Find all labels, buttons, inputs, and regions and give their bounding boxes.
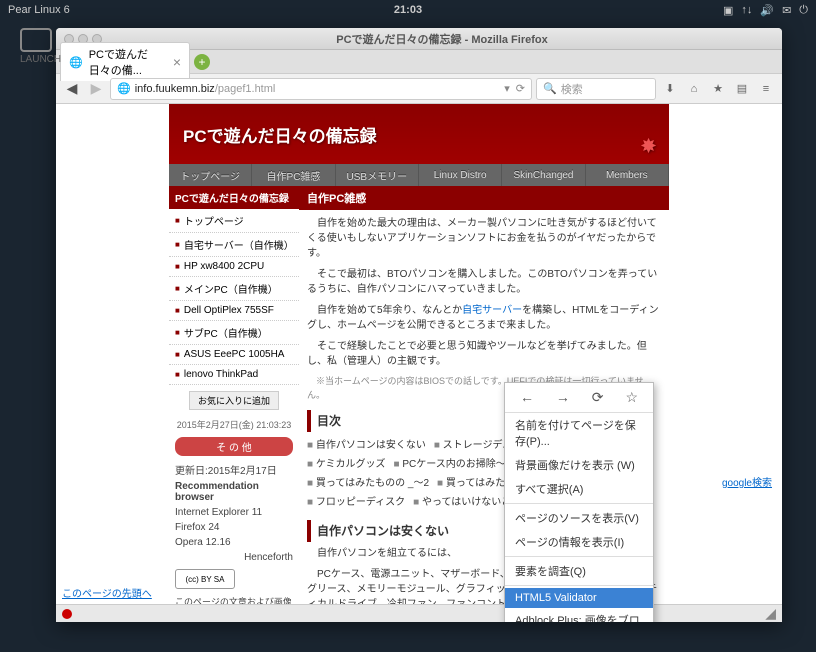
nav-item[interactable]: USBメモリー [336,164,419,186]
blog-sidebar: PCで遊んだ日々の備忘録 トップページ自宅サーバー（自作機）HP xw8400 … [169,186,299,604]
url-path: /pagef1.html [215,83,276,95]
firefox-window: PCで遊んだ日々の備忘録 - Mozilla Firefox 🌐 PCで遊んだ日… [56,28,782,622]
mail-icon[interactable]: ✉ [782,4,791,17]
tab-bar: 🌐 PCで遊んだ日々の備... × + [56,50,782,74]
context-menu-item[interactable]: ページの情報を表示(I) [505,530,653,554]
bookmarks-menu-icon[interactable]: ▤ [732,82,752,95]
toc-link[interactable]: 買ってはみたものの _～2 [307,476,429,491]
rec-heading: Recommendation browser [169,479,299,505]
context-menu-item[interactable]: ページのソースを表示(V) [505,506,653,530]
sidebar-item[interactable]: サブPC（自作機） [169,321,299,345]
sidebar-heading: PCで遊んだ日々の備忘録 [169,186,299,209]
systray: ▣ ↑↓ 🔊 ✉ ⏻ [723,4,808,17]
tab-favicon: 🌐 [69,56,83,69]
license-text: このページの文章および画像はクリエイティブ・コモンズ 表示 - 継承 4.0 国… [169,593,299,604]
sidebar-item[interactable]: Dell OptiPlex 755SF [169,301,299,321]
context-menu-item[interactable]: すべて選択(A) [505,477,653,501]
blog-nav: トップページ自作PC雑感USBメモリーLinux DistroSkinChang… [169,164,669,186]
sidebar-datetime: 2015年2月27日(金) 21:03:23 [169,416,299,433]
search-bar[interactable]: 🔍 検索 [536,78,656,100]
context-nav-row: ← → ⟳ ☆ [505,383,653,413]
reload-icon[interactable]: ⟳ [516,82,525,95]
gear-icon: ✸ [641,136,659,154]
sidebar-section-other: そ の 他 [175,437,293,456]
context-menu: ← → ⟳ ☆ 名前を付けてページを保存(P)...背景画像だけを表示 (W)す… [504,382,654,622]
search-placeholder: 検索 [561,81,583,97]
cc-license-badge[interactable]: (cc) BY SA [175,569,235,589]
rec-browser: Opera 12.16 [169,535,299,550]
menu-icon[interactable]: ≡ [756,83,776,95]
volume-icon[interactable]: 🔊 [760,4,774,17]
rec-browser: Firefox 24 [169,520,299,535]
ctx-forward-icon[interactable]: → [556,389,570,406]
sidebar-item[interactable]: トップページ [169,209,299,233]
article-heading: 自作PC雑感 [299,186,669,210]
sidebar-item[interactable]: メインPC（自作機） [169,277,299,301]
reader-icon[interactable]: ▾ [504,82,510,95]
status-bar: ◢ [56,604,782,622]
launcher-icon [20,28,52,52]
network-icon[interactable]: ↑↓ [741,4,752,16]
tab-title: PCで遊んだ日々の備... [89,46,167,78]
sidebar-item[interactable]: HP xw8400 2CPU [169,257,299,277]
nav-item[interactable]: Members [586,164,669,186]
ctx-back-icon[interactable]: ← [520,389,534,406]
sidebar-item[interactable]: 自宅サーバー（自作機） [169,233,299,257]
os-top-bar: Pear Linux 6 21:03 ▣ ↑↓ 🔊 ✉ ⏻ [0,0,816,20]
search-icon: 🔍 [543,82,557,95]
back-button[interactable]: ◀ [62,79,82,99]
blog-header: PCで遊んだ日々の備忘録 ✸ [169,104,669,164]
os-name: Pear Linux 6 [8,4,70,16]
site-identity-icon[interactable]: 🌐 [117,82,131,95]
context-menu-item[interactable]: 名前を付けてページを保存(P)... [505,413,653,453]
context-menu-item[interactable]: 要素を調査(Q) [505,559,653,583]
home-icon[interactable]: ⌂ [684,83,704,95]
favorite-button[interactable]: お気に入りに追加 [189,391,279,410]
tab-close-button[interactable]: × [173,54,181,70]
nav-item[interactable]: Linux Distro [419,164,502,186]
power-icon[interactable]: ⏻ [799,4,808,17]
nav-item[interactable]: SkinChanged [502,164,585,186]
addon-indicator-icon[interactable] [62,609,72,619]
page-top-link[interactable]: このページの先頭へ [62,585,152,600]
toc-link[interactable]: フロッピーディスク [307,495,405,510]
toc-link[interactable]: ケミカルグッズ [307,457,386,472]
google-search-link[interactable]: google検索 [722,474,772,489]
browser-toolbar: ◀ ▶ 🌐 info.fuukemn.biz /pagef1.html ▾ ⟳ … [56,74,782,104]
nav-item[interactable]: 自作PC雑感 [252,164,335,186]
sidebar-item[interactable]: lenovo ThinkPad [169,365,299,385]
rec-browser: Internet Explorer 11 [169,505,299,520]
launcher[interactable]: LAUNCH [20,28,61,65]
context-menu-item[interactable]: HTML5 Validator [505,588,653,608]
forward-button[interactable]: ▶ [86,79,106,99]
url-host: info.fuukemn.biz [135,83,215,95]
page-content[interactable]: PCで遊んだ日々の備忘録 ✸ トップページ自作PC雑感USBメモリーLinux … [56,104,782,604]
url-bar[interactable]: 🌐 info.fuukemn.biz /pagef1.html ▾ ⟳ [110,78,532,100]
henceforth-label: Henceforth [169,550,299,565]
bookmark-icon[interactable]: ★ [708,82,728,95]
ctx-bookmark-icon[interactable]: ☆ [625,389,638,406]
nav-item[interactable]: トップページ [169,164,252,186]
browser-tab[interactable]: 🌐 PCで遊んだ日々の備... × [60,42,190,81]
new-tab-button[interactable]: + [194,54,210,70]
toc-link[interactable]: 自作パソコンは安くない [307,438,426,453]
blog-title: PCで遊んだ日々の備忘録 [183,122,377,147]
resize-grip-icon[interactable]: ◢ [765,605,776,622]
context-menu-item[interactable]: 背景画像だけを表示 (W) [505,453,653,477]
os-clock: 21:03 [394,4,422,16]
tray-icon[interactable]: ▣ [723,4,733,17]
ctx-reload-icon[interactable]: ⟳ [592,389,604,406]
sidebar-updated: 更新日:2015年2月17日 [169,460,299,479]
home-server-link[interactable]: 自宅サーバー [462,305,522,316]
sidebar-item[interactable]: ASUS EeePC 1005HA [169,345,299,365]
context-menu-item[interactable]: Adblock Plus: 画像をブロック... [505,608,653,622]
window-title: PCで遊んだ日々の備忘録 - Mozilla Firefox [110,31,774,47]
downloads-icon[interactable]: ⬇ [660,82,680,95]
